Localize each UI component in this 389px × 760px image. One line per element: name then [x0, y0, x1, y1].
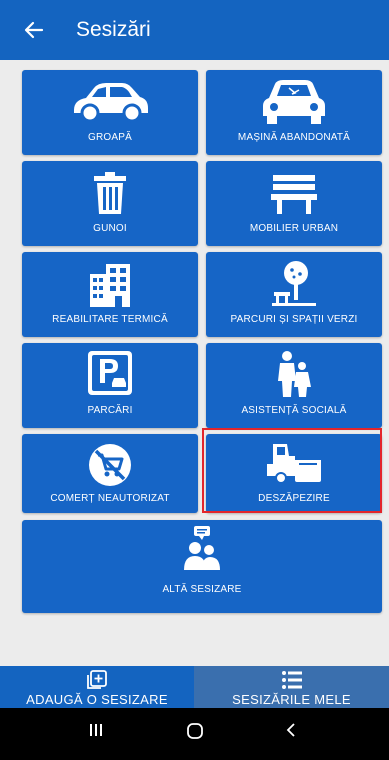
tile-label: ALTĂ SESIZARE [162, 584, 242, 595]
tile-deszapezire[interactable]: DESZĂPEZIRE [206, 434, 382, 513]
family-icon [278, 351, 311, 397]
tile-groapa[interactable]: GROAPĂ [22, 70, 198, 155]
tile-label: PARCĂRI [87, 405, 133, 416]
tile-label: MOBILIER URBAN [249, 223, 339, 234]
tile-label: COMERȚ NEAUTORIZAT [50, 493, 170, 504]
tab-label: SESIZĂRILE MELE [232, 692, 351, 707]
tile-reabilitare-termica[interactable]: REABILITARE TERMICĂ [22, 252, 198, 337]
bench-icon [271, 175, 317, 214]
tile-mobilier-urban[interactable]: MOBILIER URBAN [206, 161, 382, 246]
tree-bench-icon [272, 261, 316, 306]
wrecked-car-icon [263, 80, 325, 124]
system-nav-bar [0, 708, 389, 760]
tile-label: PARCURI ȘI SPAȚII VERZI [230, 314, 358, 325]
tile-asistenta-sociala[interactable]: ASISTENȚĂ SOCIALĂ [206, 343, 382, 428]
parking-sign-icon [88, 351, 132, 395]
no-cart-icon [89, 444, 131, 486]
tile-label: GROAPĂ [88, 132, 132, 143]
tab-add-report[interactable]: ADAUGĂ O SESIZARE [0, 666, 194, 708]
tile-label: ASISTENȚĂ SOCIALĂ [241, 405, 347, 416]
nav-back-icon[interactable] [284, 722, 298, 738]
tile-parcari[interactable]: PARCĂRI [22, 343, 198, 428]
tile-comert-neautorizat[interactable]: COMERȚ NEAUTORIZAT [22, 434, 198, 513]
tile-gunoi[interactable]: GUNOI [22, 161, 198, 246]
tile-parcuri[interactable]: PARCURI ȘI SPAȚII VERZI [206, 252, 382, 337]
tile-label: GUNOI [93, 223, 127, 234]
snowplow-icon [267, 444, 321, 484]
page-title: Sesizări [76, 18, 151, 41]
trash-can-icon [94, 172, 126, 214]
arrow-left-icon[interactable] [22, 18, 46, 42]
bottom-tab-bar: ADAUGĂ O SESIZARE SESIZĂRILE MELE [0, 666, 389, 708]
building-icon [90, 264, 130, 307]
tile-label: DESZĂPEZIRE [258, 493, 330, 504]
recents-icon[interactable] [88, 722, 104, 738]
tab-label: ADAUGĂ O SESIZARE [26, 692, 168, 707]
app-bar: Sesizări [0, 0, 389, 60]
tab-my-reports[interactable]: SESIZĂRILE MELE [194, 666, 389, 708]
car-icon [74, 83, 148, 123]
tile-label: MAȘINĂ ABANDONATĂ [237, 132, 351, 143]
people-speech-icon [184, 526, 220, 570]
add-square-icon [87, 670, 107, 689]
tile-masina-abandonata[interactable]: MAȘINĂ ABANDONATĂ [206, 70, 382, 155]
home-icon[interactable] [186, 722, 204, 740]
tile-alta-sesizare[interactable]: ALTĂ SESIZARE [22, 520, 382, 613]
list-icon [281, 671, 302, 689]
tile-label: REABILITARE TERMICĂ [52, 314, 168, 325]
